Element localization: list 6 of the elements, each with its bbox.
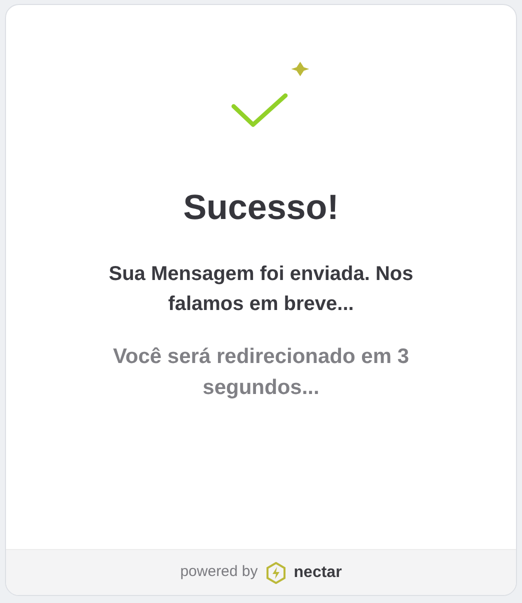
redirect-text: Você será redirecionado em 3 segundos... bbox=[112, 344, 410, 401]
powered-by-text: powered by bbox=[180, 562, 258, 582]
brand-name: nectar bbox=[294, 562, 342, 582]
success-title: Sucesso! bbox=[183, 187, 339, 229]
hexagon-bolt-icon bbox=[266, 562, 286, 584]
message-text: Sua Mensagem foi enviada. Nos falamos em breve... bbox=[108, 262, 414, 316]
